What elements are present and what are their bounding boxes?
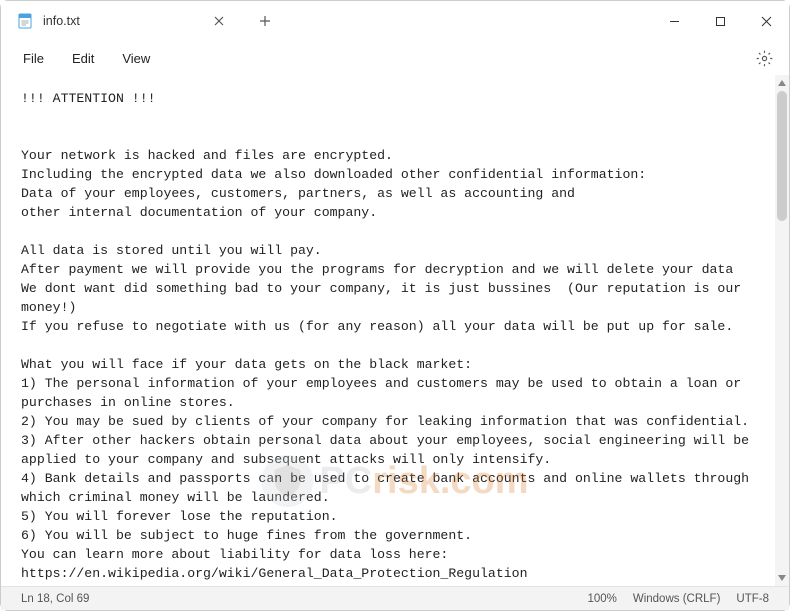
- settings-button[interactable]: [747, 41, 781, 75]
- statusbar: Ln 18, Col 69 100% Windows (CRLF) UTF-8: [1, 586, 789, 610]
- notepad-icon: [17, 13, 33, 29]
- minimize-button[interactable]: [651, 1, 697, 41]
- scroll-down-arrow[interactable]: [775, 570, 789, 586]
- menu-edit[interactable]: Edit: [58, 45, 108, 72]
- menubar: File Edit View: [1, 41, 789, 75]
- titlebar: info.txt: [1, 1, 789, 41]
- window-controls: [651, 1, 789, 41]
- status-cursor: Ln 18, Col 69: [13, 593, 97, 605]
- maximize-button[interactable]: [697, 1, 743, 41]
- new-tab-button[interactable]: [247, 6, 283, 36]
- scroll-up-arrow[interactable]: [775, 75, 789, 91]
- content-area: !!! ATTENTION !!! Your network is hacked…: [1, 75, 789, 586]
- status-zoom[interactable]: 100%: [579, 593, 624, 605]
- scroll-thumb[interactable]: [777, 91, 787, 221]
- vertical-scrollbar[interactable]: [775, 75, 789, 586]
- tab-title: info.txt: [43, 14, 199, 28]
- close-window-button[interactable]: [743, 1, 789, 41]
- text-content[interactable]: !!! ATTENTION !!! Your network is hacked…: [1, 75, 775, 586]
- menu-view[interactable]: View: [108, 45, 164, 72]
- tab-active[interactable]: info.txt: [1, 1, 241, 41]
- tab-close-button[interactable]: [209, 11, 229, 31]
- status-encoding[interactable]: UTF-8: [728, 593, 777, 605]
- status-line-ending[interactable]: Windows (CRLF): [625, 593, 729, 605]
- menu-file[interactable]: File: [9, 45, 58, 72]
